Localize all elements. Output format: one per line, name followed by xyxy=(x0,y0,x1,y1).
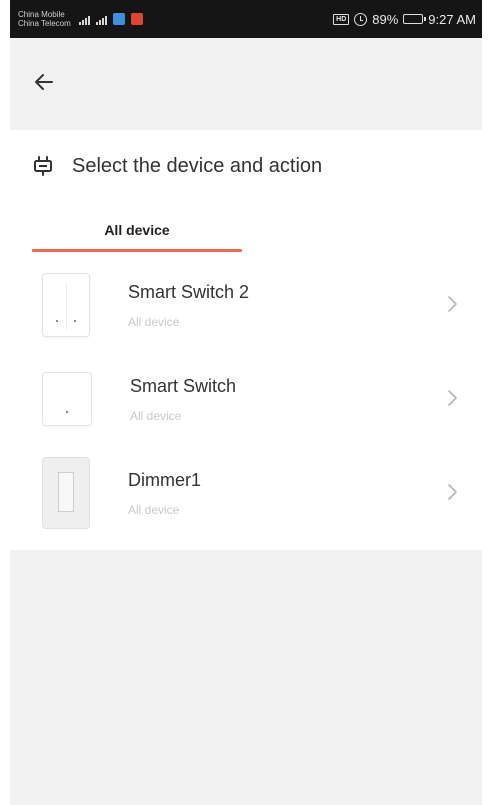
clock: 9:27 AM xyxy=(428,11,476,27)
list-item-dimmer1[interactable]: Dimmer1 All device xyxy=(10,446,482,540)
chevron-right-icon xyxy=(448,296,457,312)
device-list: Smart Switch 2 All device Smart Switch A… xyxy=(10,258,482,550)
chevron-right-icon xyxy=(448,390,457,406)
device-name: Dimmer1 xyxy=(128,469,202,490)
device-name: Smart Switch 2 xyxy=(128,281,250,302)
device-subtitle: All device xyxy=(128,314,180,329)
screen: China Mobile China Telecom HD 89% 9:27 A… xyxy=(0,0,492,805)
carrier-2: China Telecom xyxy=(18,19,71,28)
app-root: China Mobile China Telecom HD 89% 9:27 A… xyxy=(10,0,482,805)
status-right: HD 89% 9:27 AM xyxy=(333,12,476,27)
device-text: Dimmer1 All device xyxy=(128,470,201,517)
app-bar xyxy=(10,38,482,130)
battery-percent: 89% xyxy=(372,11,399,27)
carrier-names: China Mobile China Telecom xyxy=(18,10,71,28)
dimmer-switch-icon xyxy=(42,457,90,529)
device-text: Smart Switch All device xyxy=(130,376,236,423)
battery-icon xyxy=(403,14,427,24)
list-item-smart-switch-2[interactable]: Smart Switch 2 All device xyxy=(10,258,482,352)
device-subtitle: All device xyxy=(128,502,180,517)
single-switch-icon xyxy=(42,372,92,426)
section-title: Select the device and action xyxy=(72,154,323,177)
tab-active-indicator xyxy=(32,249,242,252)
tab-label: All device xyxy=(104,222,170,238)
arrow-left-icon[interactable] xyxy=(30,68,58,96)
section-header: Select the device and action xyxy=(10,130,482,202)
device-subtitle: All device xyxy=(130,408,182,423)
alarm-icon xyxy=(354,12,368,26)
tab-all-device[interactable]: All device xyxy=(32,202,242,258)
plug-icon xyxy=(34,156,52,176)
carrier-1: China Mobile xyxy=(18,10,65,19)
notification-app-icon-2 xyxy=(130,13,143,25)
status-bar: China Mobile China Telecom HD 89% 9:27 A… xyxy=(10,0,482,38)
device-name: Smart Switch xyxy=(130,375,237,396)
device-text: Smart Switch 2 All device xyxy=(128,282,249,329)
list-item-smart-switch[interactable]: Smart Switch All device xyxy=(10,352,482,446)
signal-icon xyxy=(78,13,90,25)
content-panel: Select the device and action All device … xyxy=(10,130,482,550)
chevron-right-icon xyxy=(448,484,457,500)
notification-app-icon xyxy=(112,13,125,25)
tab-bar: All device xyxy=(10,202,482,258)
signal-icon-2 xyxy=(95,13,107,25)
hd-icon: HD xyxy=(333,13,350,25)
double-switch-icon xyxy=(42,273,90,337)
